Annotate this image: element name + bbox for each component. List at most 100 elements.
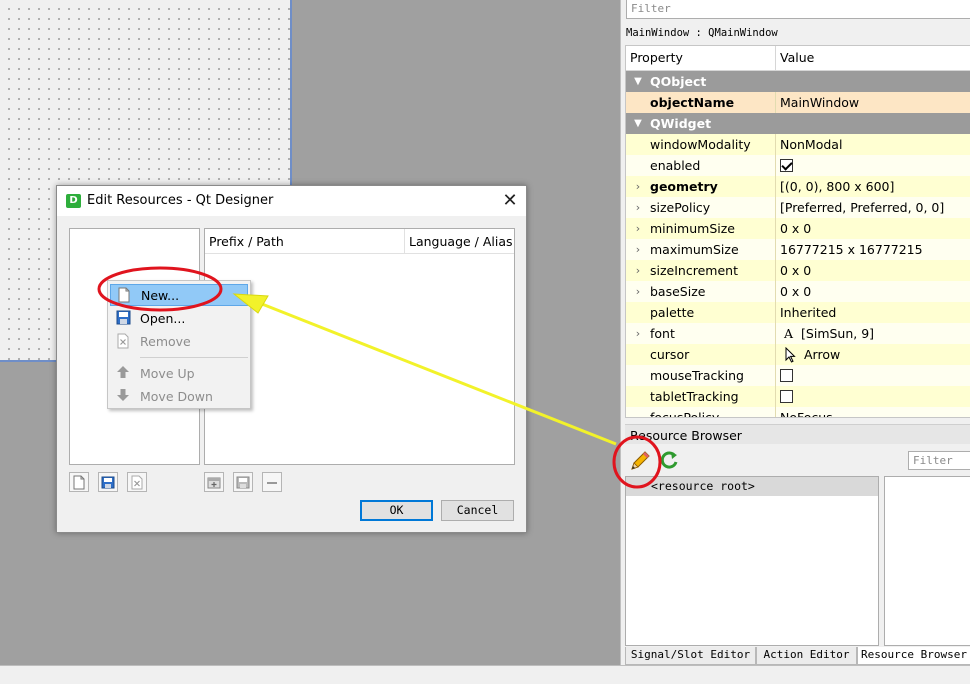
reload-button[interactable] [658, 449, 680, 471]
open-resource-file-button[interactable] [98, 472, 118, 492]
save-disk-icon [116, 310, 131, 325]
add-files-button[interactable] [233, 472, 253, 492]
dialog-titlebar[interactable]: D Edit Resources - Qt Designer ✕ [57, 186, 526, 216]
mousetracking-checkbox[interactable] [780, 369, 793, 382]
enabled-checkbox[interactable] [780, 159, 793, 172]
tablettracking-checkbox[interactable] [780, 390, 793, 403]
property-value[interactable]: Arrow [804, 347, 840, 362]
arrow-up-icon [117, 366, 129, 378]
property-value[interactable]: 0 x 0 [776, 260, 970, 281]
expand-icon[interactable]: › [626, 180, 650, 193]
open-file-icon [101, 476, 115, 489]
property-row-minimumsize[interactable]: › minimumSize 0 x 0 [626, 218, 970, 239]
new-resource-file-button[interactable] [69, 472, 89, 492]
menu-item-label: Move Down [140, 388, 213, 404]
property-name: geometry [650, 179, 718, 194]
expand-icon[interactable]: › [626, 327, 650, 340]
remove-file-icon [117, 333, 129, 349]
property-row-geometry[interactable]: › geometry [(0, 0), 800 x 600] [626, 176, 970, 197]
menu-item-new[interactable]: New... [110, 284, 248, 306]
tab-action-editor[interactable]: Action Editor [756, 647, 857, 665]
property-name: sizePolicy [650, 200, 711, 215]
property-filter-input[interactable]: Filter [626, 0, 970, 19]
menu-item-move-down[interactable]: Move Down [110, 385, 248, 407]
property-row-enabled[interactable]: enabled [626, 155, 970, 176]
add-prefix-icon [207, 477, 221, 489]
dialog-title: Edit Resources - Qt Designer [87, 193, 274, 208]
property-name: windowModality [650, 137, 751, 152]
resource-root-item[interactable]: <resource root> [626, 477, 878, 496]
property-row-basesize[interactable]: › baseSize 0 x 0 [626, 281, 970, 302]
remove-prefix-button[interactable] [262, 472, 282, 492]
group-label: QWidget [650, 116, 712, 131]
menu-item-open[interactable]: Open... [110, 307, 248, 329]
property-row-cursor[interactable]: cursor Arrow [626, 344, 970, 365]
minus-icon [267, 482, 277, 484]
property-column-header[interactable]: Property [626, 46, 776, 70]
group-qwidget[interactable]: ▼ QWidget [626, 113, 970, 134]
property-value[interactable]: MainWindow [776, 92, 970, 113]
add-prefix-button[interactable] [204, 472, 224, 492]
resource-file-list[interactable] [884, 476, 970, 646]
property-row-mousetracking[interactable]: mouseTracking [626, 365, 970, 386]
property-name: minimumSize [650, 221, 735, 236]
cancel-button[interactable]: Cancel [441, 500, 514, 521]
property-name: font [650, 326, 675, 341]
language-alias-column-header[interactable]: Language / Alias [405, 229, 513, 253]
ok-button[interactable]: OK [360, 500, 433, 521]
property-row-windowmodality[interactable]: windowModality NonModal [626, 134, 970, 155]
property-value[interactable]: Inherited [776, 302, 970, 323]
add-files-icon [236, 476, 250, 489]
property-value[interactable]: [(0, 0), 800 x 600] [776, 176, 970, 197]
collapse-icon[interactable]: ▼ [626, 118, 650, 129]
property-row-maximumsize[interactable]: › maximumSize 16777215 x 16777215 [626, 239, 970, 260]
group-label: QObject [650, 74, 707, 89]
group-qobject[interactable]: ▼ QObject [626, 71, 970, 92]
property-name: palette [650, 305, 695, 320]
property-row-focuspolicy[interactable]: focusPolicy NoFocus [626, 407, 970, 417]
close-icon: ✕ [502, 190, 518, 211]
property-name: baseSize [650, 284, 706, 299]
menu-item-move-up[interactable]: Move Up [110, 362, 248, 384]
expand-icon[interactable]: › [626, 243, 650, 256]
property-value[interactable]: 0 x 0 [776, 218, 970, 239]
dock-tab-bar: Signal/Slot Editor Action Editor Resourc… [625, 647, 970, 665]
property-row-objectname[interactable]: objectName MainWindow [626, 92, 970, 113]
resource-filter-input[interactable]: Filter [908, 451, 970, 470]
arrow-cursor-icon [785, 346, 796, 363]
expand-icon[interactable]: › [626, 264, 650, 277]
property-name: mouseTracking [650, 368, 744, 383]
menu-item-remove[interactable]: Remove [110, 330, 248, 352]
expand-icon[interactable]: › [626, 222, 650, 235]
collapse-icon[interactable]: ▼ [626, 76, 650, 87]
file-tree-header: Prefix / Path Language / Alias [205, 229, 514, 254]
property-row-font[interactable]: › font A [SimSun, 9] [626, 323, 970, 344]
property-row-tablettracking[interactable]: tabletTracking [626, 386, 970, 407]
property-value[interactable]: [Preferred, Preferred, 0, 0] [776, 197, 970, 218]
remove-file-icon [131, 475, 143, 490]
context-menu: New... Open... Remove Move Up Move Down [107, 280, 251, 409]
property-value[interactable]: 0 x 0 [776, 281, 970, 302]
property-row-sizeincrement[interactable]: › sizeIncrement 0 x 0 [626, 260, 970, 281]
property-name: cursor [650, 347, 690, 362]
arrow-down-icon [117, 389, 129, 401]
property-value[interactable]: NoFocus [776, 407, 970, 417]
tab-resource-browser[interactable]: Resource Browser [857, 647, 970, 665]
property-value[interactable]: 16777215 x 16777215 [776, 239, 970, 260]
resource-tree[interactable]: <resource root> [625, 476, 879, 646]
property-table: Property Value ▼ QObject objectName Main… [625, 45, 970, 418]
prefix-path-column-header[interactable]: Prefix / Path [205, 229, 405, 253]
property-value[interactable]: [SimSun, 9] [801, 326, 874, 341]
edit-resources-button[interactable] [628, 449, 652, 473]
tab-signal-slot-editor[interactable]: Signal/Slot Editor [625, 647, 756, 665]
remove-resource-file-button[interactable] [127, 472, 147, 492]
close-button[interactable]: ✕ [497, 189, 523, 213]
property-row-palette[interactable]: palette Inherited [626, 302, 970, 323]
property-name: maximumSize [650, 242, 739, 257]
property-value[interactable]: NonModal [776, 134, 970, 155]
value-column-header[interactable]: Value [776, 46, 814, 70]
right-dock-panel: Filter MainWindow : QMainWindow Property… [620, 0, 970, 665]
expand-icon[interactable]: › [626, 285, 650, 298]
property-row-sizepolicy[interactable]: › sizePolicy [Preferred, Preferred, 0, 0] [626, 197, 970, 218]
expand-icon[interactable]: › [626, 201, 650, 214]
